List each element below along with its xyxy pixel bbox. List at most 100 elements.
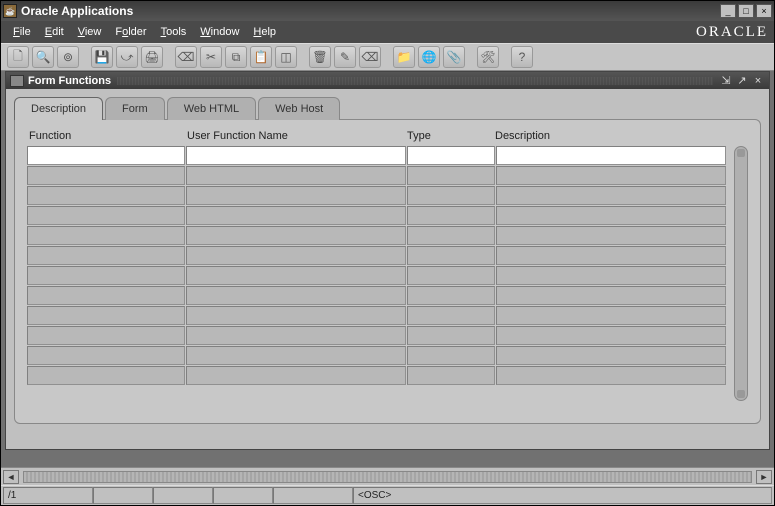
delete-icon[interactable]: 🗑	[309, 46, 331, 68]
cell-function[interactable]	[27, 306, 185, 325]
cell-type[interactable]	[407, 346, 495, 365]
cell-user_function_name[interactable]	[186, 326, 406, 345]
cell-function[interactable]	[27, 146, 185, 165]
cell-function[interactable]	[27, 286, 185, 305]
cell-description[interactable]	[496, 306, 726, 325]
cell-description[interactable]	[496, 166, 726, 185]
save-icon[interactable]: 💾	[91, 46, 113, 68]
cell-function[interactable]	[27, 186, 185, 205]
navigator-icon[interactable]: ⊚	[57, 46, 79, 68]
table-row[interactable]	[27, 346, 730, 365]
cell-function[interactable]	[27, 326, 185, 345]
tab-description[interactable]: Description	[14, 97, 103, 120]
cell-description[interactable]	[496, 366, 726, 385]
cell-user_function_name[interactable]	[186, 266, 406, 285]
erase-icon[interactable]: ⌫	[359, 46, 381, 68]
form-close-icon[interactable]: ×	[751, 74, 765, 87]
attachments-icon[interactable]: 📎	[443, 46, 465, 68]
cell-type[interactable]	[407, 286, 495, 305]
table-row[interactable]	[27, 206, 730, 225]
cell-user_function_name[interactable]	[186, 206, 406, 225]
cell-type[interactable]	[407, 266, 495, 285]
cell-user_function_name[interactable]	[186, 186, 406, 205]
cell-description[interactable]	[496, 206, 726, 225]
next-step-icon[interactable]: ⤻	[116, 46, 138, 68]
cut-icon[interactable]: ✂	[200, 46, 222, 68]
cell-type[interactable]	[407, 206, 495, 225]
cell-user_function_name[interactable]	[186, 246, 406, 265]
table-row[interactable]	[27, 366, 730, 385]
print-icon[interactable]: 🖨	[141, 46, 163, 68]
table-row[interactable]	[27, 226, 730, 245]
table-row[interactable]	[27, 146, 730, 165]
form-minimize-icon[interactable]: ⇲	[719, 74, 733, 87]
clear-icon[interactable]: ◫	[275, 46, 297, 68]
scroll-left-icon[interactable]: ◄	[3, 470, 19, 484]
cell-user_function_name[interactable]	[186, 226, 406, 245]
cell-description[interactable]	[496, 246, 726, 265]
cell-user_function_name[interactable]	[186, 146, 406, 165]
menu-file[interactable]: File	[7, 24, 37, 40]
cell-description[interactable]	[496, 266, 726, 285]
cell-function[interactable]	[27, 366, 185, 385]
cell-type[interactable]	[407, 366, 495, 385]
cell-description[interactable]	[496, 186, 726, 205]
cell-function[interactable]	[27, 266, 185, 285]
cell-user_function_name[interactable]	[186, 346, 406, 365]
cell-function[interactable]	[27, 226, 185, 245]
close-button[interactable]: ×	[756, 4, 772, 18]
form-titlebar[interactable]: Form Functions ⇲ ↗ ×	[6, 72, 769, 89]
paste-icon[interactable]: 📋	[250, 46, 272, 68]
translations-icon[interactable]: 🌐	[418, 46, 440, 68]
cell-description[interactable]	[496, 346, 726, 365]
minimize-button[interactable]: _	[720, 4, 736, 18]
folder-tools-icon[interactable]: 📁	[393, 46, 415, 68]
cell-type[interactable]	[407, 186, 495, 205]
cell-type[interactable]	[407, 146, 495, 165]
tab-web-html[interactable]: Web HTML	[167, 97, 256, 120]
table-row[interactable]	[27, 286, 730, 305]
close-form-icon[interactable]: ⌫	[175, 46, 197, 68]
cell-function[interactable]	[27, 206, 185, 225]
cell-function[interactable]	[27, 166, 185, 185]
cell-type[interactable]	[407, 306, 495, 325]
menu-view[interactable]: View	[72, 24, 108, 40]
cell-type[interactable]	[407, 326, 495, 345]
maximize-button[interactable]: □	[738, 4, 754, 18]
cell-type[interactable]	[407, 246, 495, 265]
cell-user_function_name[interactable]	[186, 366, 406, 385]
table-row[interactable]	[27, 166, 730, 185]
edit-field-icon[interactable]: ✎	[334, 46, 356, 68]
table-row[interactable]	[27, 266, 730, 285]
tab-web-host[interactable]: Web Host	[258, 97, 340, 120]
menu-tools[interactable]: Tools	[155, 24, 193, 40]
cell-description[interactable]	[496, 226, 726, 245]
new-icon[interactable]: 🗋	[7, 46, 29, 68]
cell-user_function_name[interactable]	[186, 286, 406, 305]
table-row[interactable]	[27, 306, 730, 325]
cell-user_function_name[interactable]	[186, 166, 406, 185]
scroll-right-icon[interactable]: ►	[756, 470, 772, 484]
menu-edit[interactable]: Edit	[39, 24, 70, 40]
cell-description[interactable]	[496, 146, 726, 165]
copy-icon[interactable]: ⧉	[225, 46, 247, 68]
table-row[interactable]	[27, 326, 730, 345]
form-maximize-icon[interactable]: ↗	[735, 74, 749, 87]
scroll-track[interactable]	[23, 471, 752, 483]
table-row[interactable]	[27, 186, 730, 205]
menu-window[interactable]: Window	[194, 24, 245, 40]
cell-type[interactable]	[407, 166, 495, 185]
help-icon[interactable]: ?	[511, 46, 533, 68]
cell-description[interactable]	[496, 326, 726, 345]
cell-description[interactable]	[496, 286, 726, 305]
horizontal-scrollbar[interactable]: ◄ ►	[1, 467, 774, 485]
cell-function[interactable]	[27, 346, 185, 365]
table-row[interactable]	[27, 246, 730, 265]
cell-type[interactable]	[407, 226, 495, 245]
tab-form[interactable]: Form	[105, 97, 165, 120]
menu-folder[interactable]: Folder	[109, 24, 152, 40]
find-icon[interactable]: 🔍	[32, 46, 54, 68]
grid-vertical-scrollbar[interactable]	[734, 146, 748, 401]
menu-help[interactable]: Help	[247, 24, 282, 40]
cell-user_function_name[interactable]	[186, 306, 406, 325]
